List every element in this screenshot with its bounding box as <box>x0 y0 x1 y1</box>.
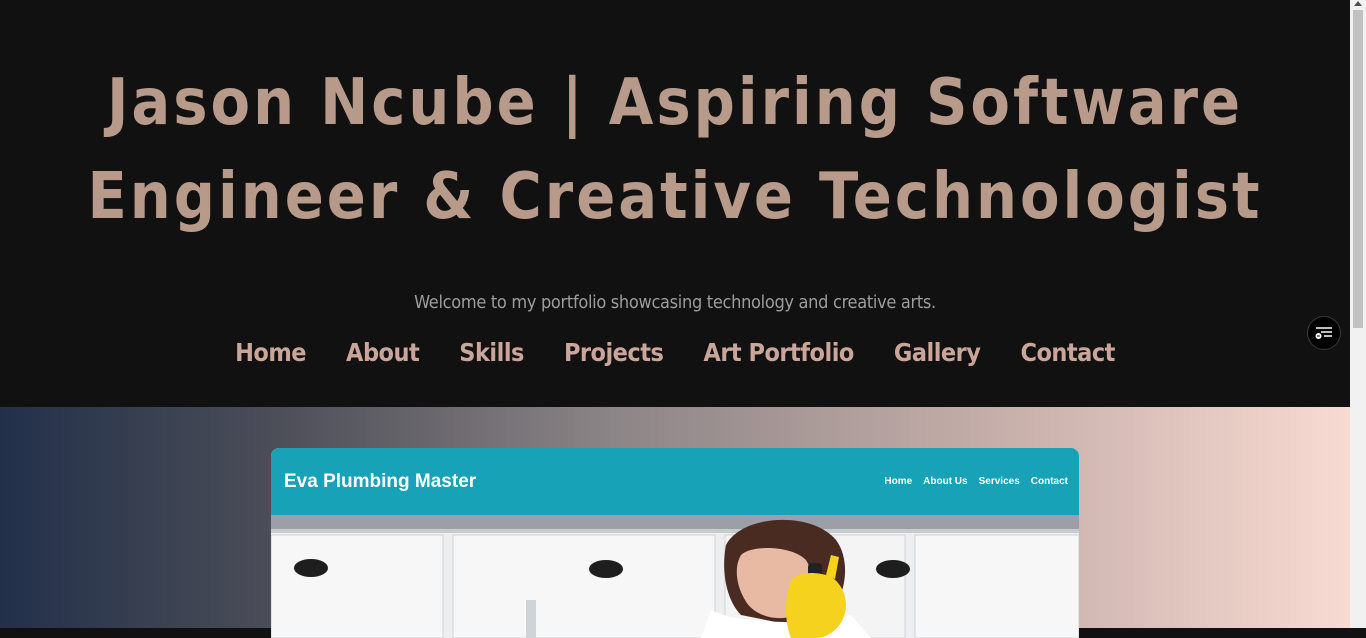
scrollbar-thumb[interactable] <box>1353 10 1363 328</box>
page-title: Jason Ncube | Aspiring Software Engineer… <box>87 66 1263 234</box>
project-card[interactable]: Eva Plumbing Master Home About Us Servic… <box>271 448 1079 638</box>
scroll-up-arrow-icon[interactable] <box>1354 1 1362 6</box>
card-nav-home[interactable]: Home <box>884 476 912 487</box>
nav-gallery[interactable]: Gallery <box>894 338 981 367</box>
card-nav-contact[interactable]: Contact <box>1031 476 1068 487</box>
page-subtitle: Welcome to my portfolio showcasing techn… <box>414 292 936 313</box>
nav-skills[interactable]: Skills <box>459 338 524 367</box>
nav-home[interactable]: Home <box>235 338 306 367</box>
nav-about[interactable]: About <box>346 338 420 367</box>
card-nav-services[interactable]: Services <box>979 476 1020 487</box>
page-scrollbar[interactable] <box>1350 0 1366 628</box>
nav-projects[interactable]: Projects <box>564 338 664 367</box>
projects-section: Eva Plumbing Master Home About Us Servic… <box>0 407 1350 638</box>
plumbing-photo-illustration <box>271 515 1079 638</box>
main-nav: Home About Skills Projects Art Portfolio… <box>0 338 1350 367</box>
project-card-nav: Home About Us Services Contact <box>884 476 1068 487</box>
project-card-image <box>271 515 1079 638</box>
card-nav-about-us[interactable]: About Us <box>923 476 967 487</box>
reader-menu-icon <box>1315 327 1332 339</box>
nav-contact[interactable]: Contact <box>1020 338 1115 367</box>
project-card-title: Eva Plumbing Master <box>284 470 477 492</box>
site-header: Jason Ncube | Aspiring Software Engineer… <box>0 0 1350 407</box>
project-card-navbar: Eva Plumbing Master Home About Us Servic… <box>271 448 1079 515</box>
reader-menu-button[interactable] <box>1307 316 1341 350</box>
nav-art-portfolio[interactable]: Art Portfolio <box>703 338 854 367</box>
